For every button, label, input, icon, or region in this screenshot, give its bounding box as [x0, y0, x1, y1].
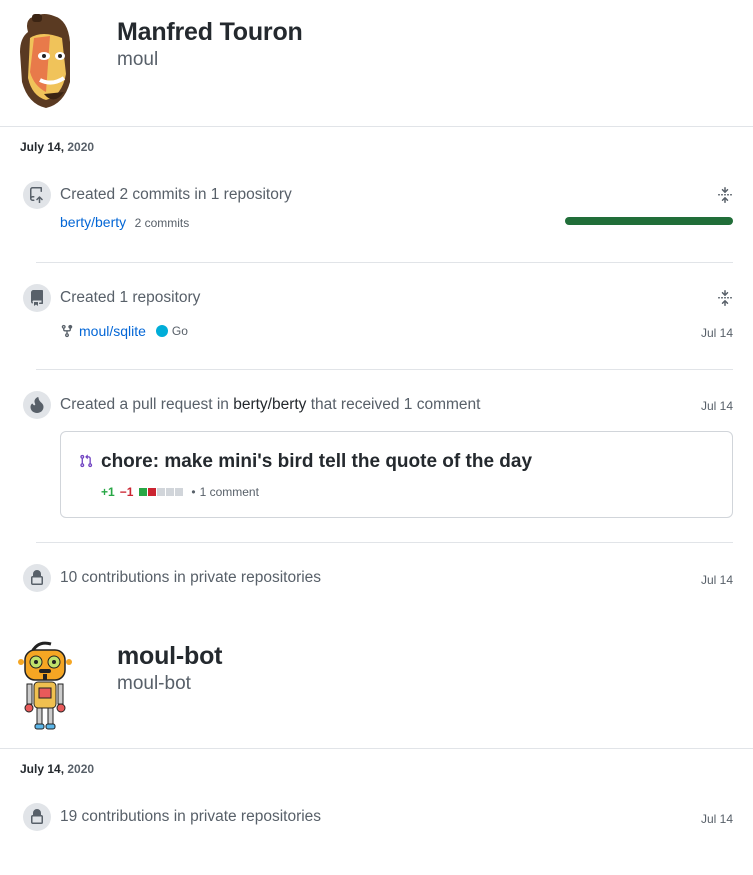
event-title: Created 1 repository [60, 289, 201, 306]
repo-icon [23, 284, 51, 312]
repo-link[interactable]: berty/berty [60, 214, 126, 230]
repo-forked-icon [61, 324, 73, 338]
repo-row: moul/sqlite Go [60, 323, 188, 339]
additions-count: +1 [101, 485, 115, 499]
divider [36, 369, 733, 370]
divider [0, 126, 753, 127]
commit-count[interactable]: 2 commits [135, 216, 190, 230]
fold-icon[interactable] [717, 187, 733, 203]
comment-count[interactable]: 1 comment [200, 485, 259, 499]
deletions-count: −1 [119, 485, 134, 499]
lock-icon [23, 564, 51, 592]
commit-progress-bar [565, 217, 733, 225]
date-heading: July 14, 2020 [20, 762, 95, 776]
date-heading: July 14, 2020 [20, 140, 95, 154]
event-date: Jul 14 [700, 812, 733, 826]
event-date: Jul 14 [700, 326, 733, 340]
event-date: Jul 14 [700, 399, 733, 413]
event-title: Created 2 commits in 1 repository [60, 186, 292, 203]
repo-link[interactable]: moul/sqlite [79, 323, 146, 339]
pull-request-title[interactable]: chore: make mini's bird tell the quote o… [101, 451, 532, 473]
diffstat [138, 485, 184, 499]
event-date: Jul 14 [700, 573, 733, 587]
divider [36, 542, 733, 543]
profile-name[interactable]: Manfred Touron [117, 18, 303, 47]
profile-login: moul [117, 49, 159, 70]
language-label: Go [155, 324, 188, 338]
profile-name[interactable]: moul-bot [117, 642, 223, 671]
event-title: 10 contributions in private repositories [60, 569, 322, 586]
lock-icon [23, 803, 51, 831]
repo-push-icon [23, 181, 51, 209]
divider [36, 262, 733, 263]
language-color-dot [155, 325, 168, 337]
pull-request-meta: +1 −1 • 1 comment [101, 485, 259, 499]
commit-row: berty/berty 2 commits [60, 214, 189, 232]
avatar[interactable] [14, 12, 78, 110]
fold-icon[interactable] [717, 290, 733, 306]
event-title: 19 contributions in private repositories [60, 808, 322, 825]
repo-link[interactable]: berty/berty [233, 396, 306, 413]
avatar[interactable] [17, 638, 73, 732]
pull-request-card: chore: make mini's bird tell the quote o… [60, 431, 733, 518]
pull-request-icon [80, 454, 93, 468]
event-title: Created a pull request in berty/berty th… [60, 396, 481, 413]
flame-icon [23, 391, 51, 419]
divider [0, 748, 753, 749]
profile-login: moul-bot [117, 673, 191, 694]
